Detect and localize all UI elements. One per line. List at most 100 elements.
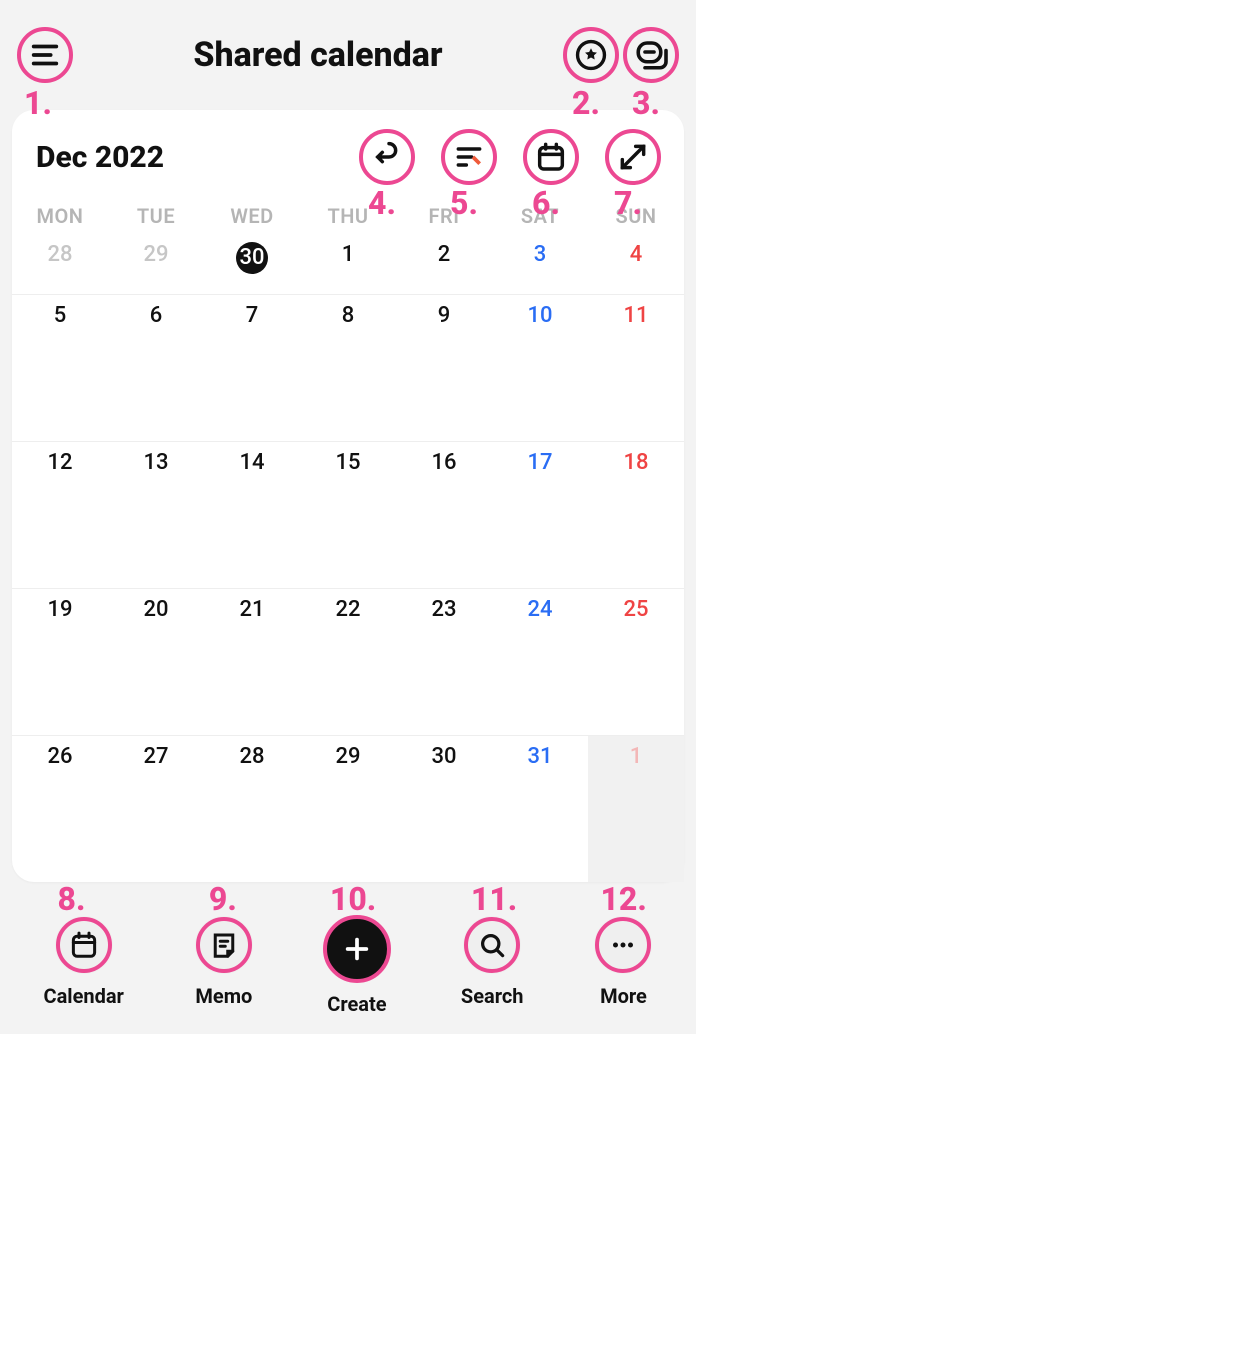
annotation-label: 9. bbox=[209, 880, 237, 918]
calendar-day[interactable]: 18 bbox=[588, 441, 684, 588]
day-number: 28 bbox=[47, 242, 72, 267]
calendar-day[interactable]: 6 bbox=[108, 294, 204, 441]
tab-calendar[interactable]: 8. Calendar bbox=[44, 916, 124, 1016]
dow-label: MON bbox=[12, 204, 108, 228]
calendar-day[interactable]: 13 bbox=[108, 441, 204, 588]
day-number: 16 bbox=[431, 450, 456, 475]
day-number: 24 bbox=[527, 597, 552, 622]
day-number: 18 bbox=[623, 450, 648, 475]
calendar-day[interactable]: 1 bbox=[300, 234, 396, 294]
calendar-day[interactable]: 15 bbox=[300, 441, 396, 588]
day-number: 20 bbox=[143, 597, 168, 622]
plus-icon bbox=[341, 933, 373, 965]
annotation-label: 11. bbox=[471, 880, 517, 918]
day-number: 27 bbox=[143, 744, 168, 769]
calendar-day[interactable]: 27 bbox=[108, 735, 204, 882]
calendar-day[interactable]: 25 bbox=[588, 588, 684, 735]
day-number: 22 bbox=[335, 597, 360, 622]
calendar-day[interactable]: 28 bbox=[12, 234, 108, 294]
day-number: 6 bbox=[150, 303, 163, 328]
favorites-button[interactable]: 2. bbox=[564, 28, 618, 82]
more-icon bbox=[608, 930, 638, 960]
day-number: 29 bbox=[335, 744, 360, 769]
calendar-day[interactable]: 29 bbox=[300, 735, 396, 882]
day-number: 1 bbox=[342, 242, 355, 267]
day-number: 3 bbox=[534, 242, 547, 267]
tab-create[interactable]: 10. Create bbox=[324, 916, 390, 1016]
tab-label: More bbox=[600, 984, 647, 1008]
day-number: 30 bbox=[431, 744, 456, 769]
dow-label: FRI bbox=[396, 204, 492, 228]
calendar-day[interactable]: 22 bbox=[300, 588, 396, 735]
today-button[interactable]: 6. bbox=[524, 130, 578, 184]
calendar-grid[interactable]: 2829301234567891011121314151617181920212… bbox=[12, 234, 684, 882]
menu-icon bbox=[28, 38, 62, 72]
calendar-day[interactable]: 24 bbox=[492, 588, 588, 735]
inbox-button[interactable]: 3. bbox=[624, 28, 678, 82]
dow-label: WED bbox=[204, 204, 300, 228]
calendar-day[interactable]: 26 bbox=[12, 735, 108, 882]
day-number: 15 bbox=[335, 450, 360, 475]
calendar-day[interactable]: 4 bbox=[588, 234, 684, 294]
calendar-day[interactable]: 20 bbox=[108, 588, 204, 735]
memo-icon bbox=[209, 930, 239, 960]
annotation-label: 8. bbox=[58, 880, 86, 918]
calendar-day[interactable]: 23 bbox=[396, 588, 492, 735]
expand-button[interactable]: 7. bbox=[606, 130, 660, 184]
undo-button[interactable]: 4. bbox=[360, 130, 414, 184]
tab-more[interactable]: 12. More bbox=[594, 916, 652, 1016]
day-number: 13 bbox=[143, 450, 168, 475]
day-number: 10 bbox=[527, 303, 552, 328]
calendar-day[interactable]: 29 bbox=[108, 234, 204, 294]
calendar-day[interactable]: 1 bbox=[588, 735, 684, 882]
day-number: 11 bbox=[623, 303, 648, 328]
day-number: 25 bbox=[623, 597, 648, 622]
inbox-icon bbox=[633, 37, 669, 73]
calendar-day[interactable]: 7 bbox=[204, 294, 300, 441]
calendar-day[interactable]: 14 bbox=[204, 441, 300, 588]
day-number: 12 bbox=[47, 450, 72, 475]
calendar-day[interactable]: 10 bbox=[492, 294, 588, 441]
menu-button[interactable]: 1. bbox=[18, 28, 72, 82]
calendar-day[interactable]: 21 bbox=[204, 588, 300, 735]
tab-label: Search bbox=[461, 984, 524, 1008]
day-number: 9 bbox=[438, 303, 451, 328]
calendar-day[interactable]: 19 bbox=[12, 588, 108, 735]
dow-label: TUE bbox=[108, 204, 204, 228]
page-title: Shared calendar bbox=[72, 35, 564, 75]
calendar-day[interactable]: 30 bbox=[396, 735, 492, 882]
tab-search[interactable]: 11. Search bbox=[461, 916, 524, 1016]
calendar-day[interactable]: 8 bbox=[300, 294, 396, 441]
day-number: 8 bbox=[342, 303, 355, 328]
month-label[interactable]: Dec 2022 bbox=[36, 140, 360, 175]
dow-label: THU bbox=[300, 204, 396, 228]
day-number: 29 bbox=[143, 242, 168, 267]
day-number: 23 bbox=[431, 597, 456, 622]
calendar-day[interactable]: 28 bbox=[204, 735, 300, 882]
annotation-label: 12. bbox=[600, 880, 646, 918]
tab-memo[interactable]: 9. Memo bbox=[195, 916, 253, 1016]
day-number: 30 bbox=[236, 242, 268, 274]
calendar-day[interactable]: 2 bbox=[396, 234, 492, 294]
filter-button[interactable]: 5. bbox=[442, 130, 496, 184]
calendar-day[interactable]: 3 bbox=[492, 234, 588, 294]
tab-label: Create bbox=[327, 992, 386, 1016]
calendar-day[interactable]: 16 bbox=[396, 441, 492, 588]
tab-label: Calendar bbox=[44, 984, 124, 1008]
calendar-day[interactable]: 5 bbox=[12, 294, 108, 441]
day-number: 19 bbox=[47, 597, 72, 622]
undo-icon bbox=[371, 141, 403, 173]
day-number: 26 bbox=[47, 744, 72, 769]
calendar-day[interactable]: 17 bbox=[492, 441, 588, 588]
calendar-day[interactable]: 30 bbox=[204, 234, 300, 294]
calendar-day[interactable]: 9 bbox=[396, 294, 492, 441]
calendar-day[interactable]: 31 bbox=[492, 735, 588, 882]
calendar-day[interactable]: 11 bbox=[588, 294, 684, 441]
star-circle-icon bbox=[574, 38, 608, 72]
tab-label: Memo bbox=[195, 984, 252, 1008]
day-number: 1 bbox=[630, 744, 643, 769]
calendar-day[interactable]: 12 bbox=[12, 441, 108, 588]
day-number: 31 bbox=[527, 744, 552, 769]
day-number: 5 bbox=[54, 303, 67, 328]
day-number: 17 bbox=[527, 450, 552, 475]
